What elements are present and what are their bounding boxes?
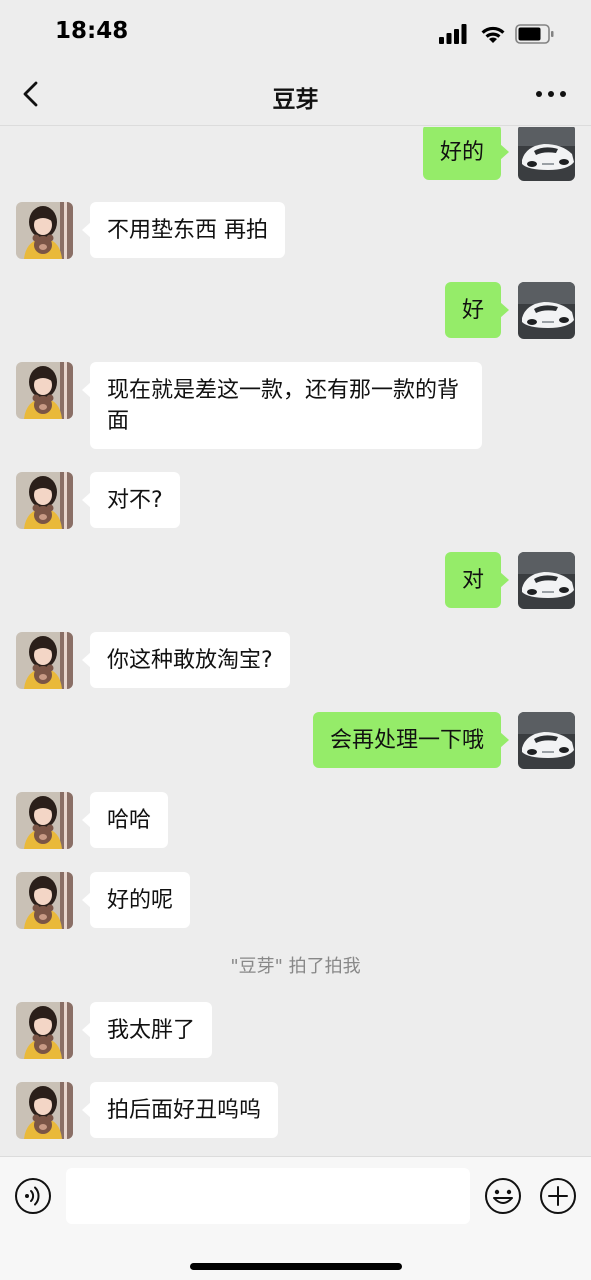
contact-avatar[interactable] (16, 632, 73, 689)
my-avatar[interactable] (518, 127, 575, 181)
message-bubble[interactable]: 对不? (82, 472, 180, 528)
voice-icon[interactable] (14, 1177, 52, 1215)
chat-header: 豆芽 (0, 62, 591, 126)
message-bubble[interactable]: 不用垫东西 再拍 (82, 202, 285, 258)
message-bubble[interactable]: 好的 (422, 127, 510, 180)
contact-avatar[interactable] (16, 1002, 73, 1059)
contact-avatar[interactable] (16, 872, 73, 929)
message-bubble[interactable]: 对 (444, 552, 510, 608)
my-avatar[interactable] (518, 712, 575, 769)
more-dots-icon[interactable] (533, 82, 569, 106)
input-bar (0, 1156, 591, 1280)
contact-avatar[interactable] (16, 472, 73, 529)
wifi-icon (481, 26, 505, 43)
my-avatar[interactable] (518, 282, 575, 339)
status-time: 18:48 (55, 18, 129, 44)
status-bar: 18:48 (0, 0, 591, 62)
contact-avatar[interactable] (16, 202, 73, 259)
message-bubble[interactable]: 好 (444, 282, 510, 338)
message-bubble[interactable]: 会再处理一下哦 (312, 712, 510, 768)
contact-avatar[interactable] (16, 1082, 73, 1139)
message-bubble[interactable]: 哈哈 (81, 792, 169, 848)
message-bubble[interactable]: 你这种敢放淘宝? (82, 632, 290, 688)
message-bubble[interactable]: 现在就是差这一款，还有那一款的背面 (82, 362, 482, 449)
chat-title: 豆芽 (272, 87, 319, 113)
plus-icon[interactable] (539, 1177, 577, 1215)
home-indicator (190, 1263, 402, 1270)
contact-avatar[interactable] (16, 792, 73, 849)
emoji-icon[interactable] (484, 1177, 522, 1215)
message-bubble[interactable]: 拍后面好丑呜呜 (81, 1082, 279, 1138)
cellular-signal-icon (439, 24, 467, 44)
message-list[interactable]: 好的 不用垫东西 再拍 好 现在就是差这一款，还有那一款的背面 对不? 对 你这… (0, 127, 591, 1156)
message-bubble[interactable]: 我太胖了 (81, 1002, 213, 1058)
battery-icon (515, 24, 554, 44)
pat-notice-text: "豆芽" 拍了拍我 (230, 956, 361, 977)
contact-avatar[interactable] (16, 362, 73, 419)
message-bubble[interactable]: 好的呢 (81, 872, 191, 928)
message-input[interactable] (66, 1168, 470, 1224)
my-avatar[interactable] (518, 552, 575, 609)
